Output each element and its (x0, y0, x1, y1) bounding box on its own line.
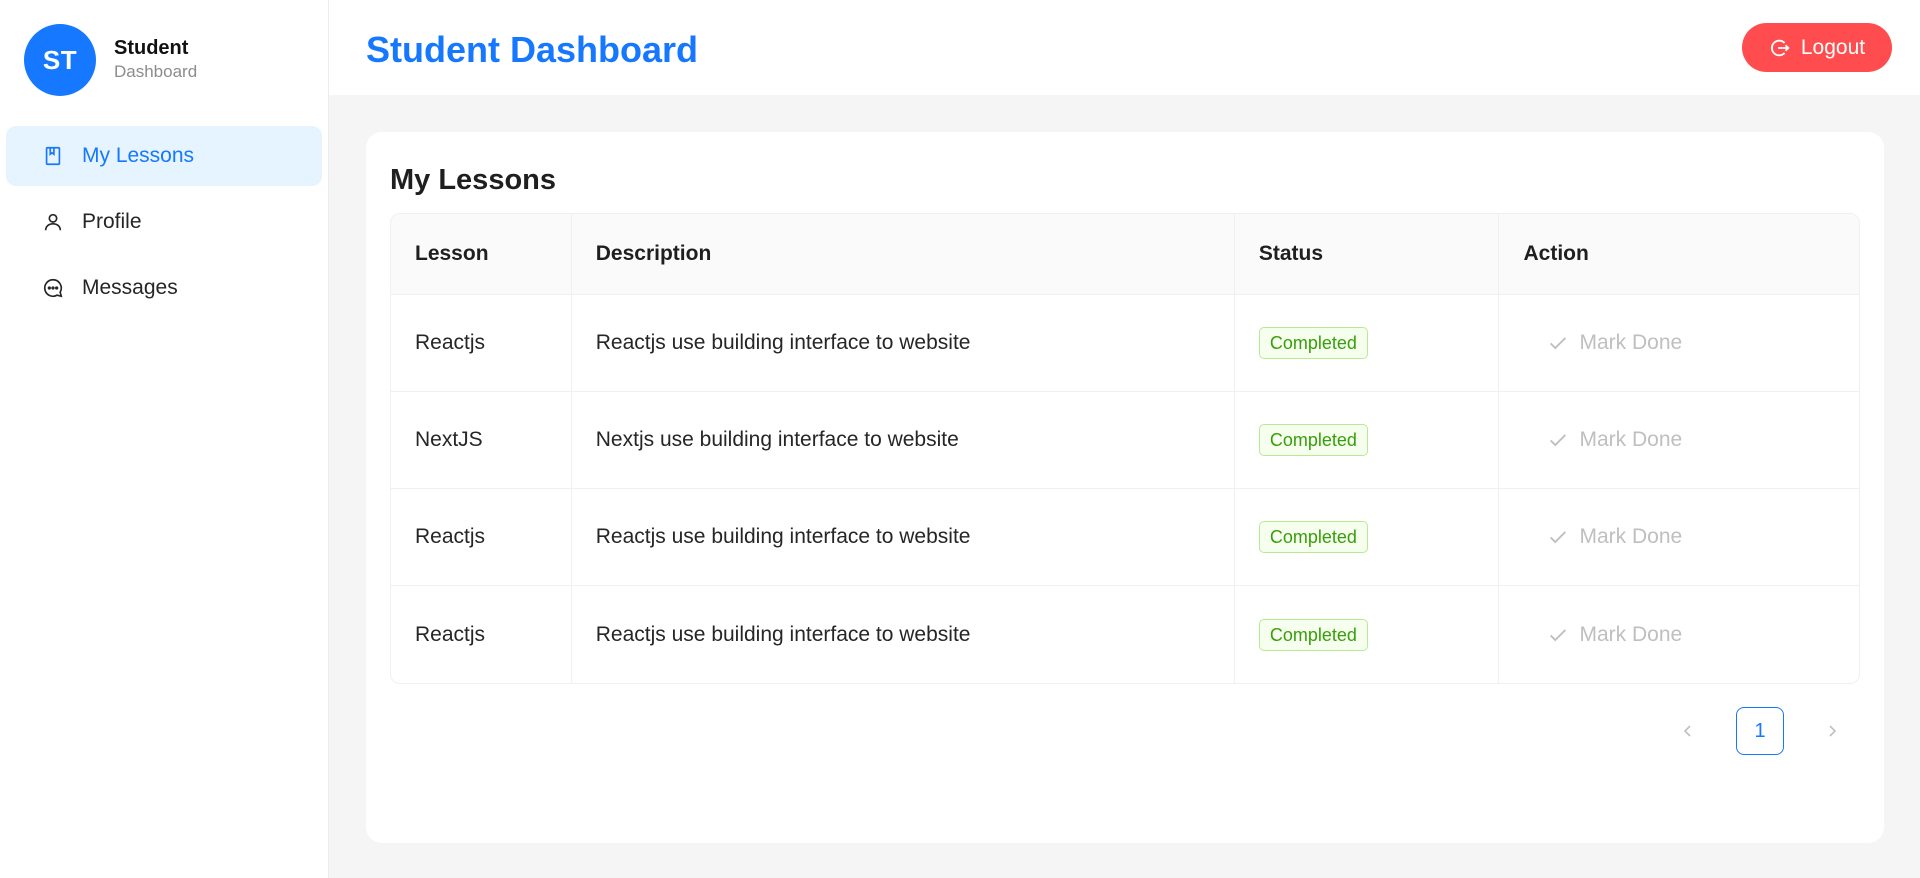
lesson-cell: Reactjs (391, 586, 572, 683)
brand-text: Student Dashboard (114, 36, 197, 84)
action-cell: Mark Done (1499, 295, 1859, 391)
status-badge: Completed (1258, 424, 1368, 456)
brand-subtitle: Dashboard (114, 62, 198, 81)
check-icon (1550, 337, 1567, 350)
logout-button[interactable]: Logout (1742, 23, 1892, 72)
sidebar-item-my-lessons[interactable]: My Lessons (6, 126, 322, 186)
logout-icon (1770, 39, 1790, 56)
status-badge: Completed (1258, 521, 1368, 553)
book-icon (42, 145, 64, 167)
sidebar: ST Student Dashboard My Lessons Profile … (0, 0, 329, 878)
mark-done-label: Mark Done (1579, 622, 1683, 646)
pagination: 1 (1664, 707, 1856, 755)
mark-done-label: Mark Done (1579, 331, 1683, 354)
status-badge: Completed (1258, 618, 1368, 651)
next-page-button[interactable] (1808, 707, 1856, 755)
brand: ST Student Dashboard (24, 24, 197, 96)
status-cell: Completed (1235, 489, 1500, 585)
avatar: ST (24, 24, 96, 96)
status-cell: Completed (1235, 392, 1500, 488)
column-header-action: Action (1523, 242, 1589, 265)
action-cell: Mark Done (1499, 586, 1859, 683)
user-icon (42, 211, 64, 233)
description-cell: Reactjs use building interface to websit… (572, 586, 1235, 683)
chevron-right-icon (1829, 725, 1837, 737)
sidebar-nav: My Lessons Profile Messages (6, 126, 322, 324)
table-row: Reactjs Reactjs use building interface t… (391, 586, 1859, 683)
action-cell: Mark Done (1499, 392, 1859, 488)
brand-name: Student (114, 37, 189, 59)
mark-done-label: Mark Done (1579, 525, 1683, 548)
description-cell: Reactjs use building interface to websit… (572, 489, 1235, 585)
mark-done-button[interactable]: Mark Done (1523, 331, 1682, 355)
check-icon (1550, 434, 1567, 447)
lesson-cell: NextJS (391, 392, 572, 488)
lesson-cell: Reactjs (391, 489, 572, 585)
table-row: NextJS Nextjs use building interface to … (391, 392, 1859, 489)
logout-label: Logout (1800, 35, 1866, 59)
table-row: Reactjs Reactjs use building interface t… (391, 489, 1859, 586)
lesson-cell: Reactjs (391, 295, 572, 391)
sidebar-item-label: Messages (82, 276, 178, 299)
chevron-left-icon (1683, 725, 1691, 737)
mark-done-label: Mark Done (1579, 428, 1683, 451)
mark-done-button[interactable]: Mark Done (1523, 525, 1682, 549)
table-row: Reactjs Reactjs use building interface t… (391, 295, 1859, 392)
prev-page-button[interactable] (1664, 707, 1712, 755)
sidebar-item-label: My Lessons (82, 144, 195, 167)
table-header-row: Lesson Description Status Action (391, 214, 1859, 295)
sidebar-item-label: Profile (82, 210, 142, 233)
description-cell: Reactjs use building interface to websit… (572, 295, 1235, 391)
status-cell: Completed (1235, 295, 1500, 391)
mark-done-button[interactable]: Mark Done (1523, 623, 1682, 647)
check-icon (1550, 531, 1567, 544)
status-cell: Completed (1235, 586, 1500, 683)
column-header-lesson: Lesson (391, 214, 572, 294)
action-cell: Mark Done (1499, 489, 1859, 585)
description-cell: Nextjs use building interface to website (572, 392, 1235, 488)
sidebar-item-messages[interactable]: Messages (6, 258, 322, 318)
message-icon (42, 277, 64, 299)
column-header-description: Description (572, 214, 1235, 294)
sidebar-item-profile[interactable]: Profile (6, 192, 322, 252)
column-header-status: Status (1235, 214, 1500, 294)
mark-done-button[interactable]: Mark Done (1523, 428, 1682, 452)
status-badge: Completed (1258, 327, 1368, 359)
page-number-button[interactable]: 1 (1736, 707, 1784, 755)
lessons-card: My Lessons Lesson Description Status Act… (366, 132, 1884, 843)
top-header: Student Dashboard Logout (329, 0, 1920, 95)
check-icon (1550, 628, 1567, 641)
lessons-table: Lesson Description Status Action Reactjs… (390, 213, 1860, 684)
card-title: My Lessons (390, 164, 556, 196)
page-title: Student Dashboard (366, 29, 699, 70)
